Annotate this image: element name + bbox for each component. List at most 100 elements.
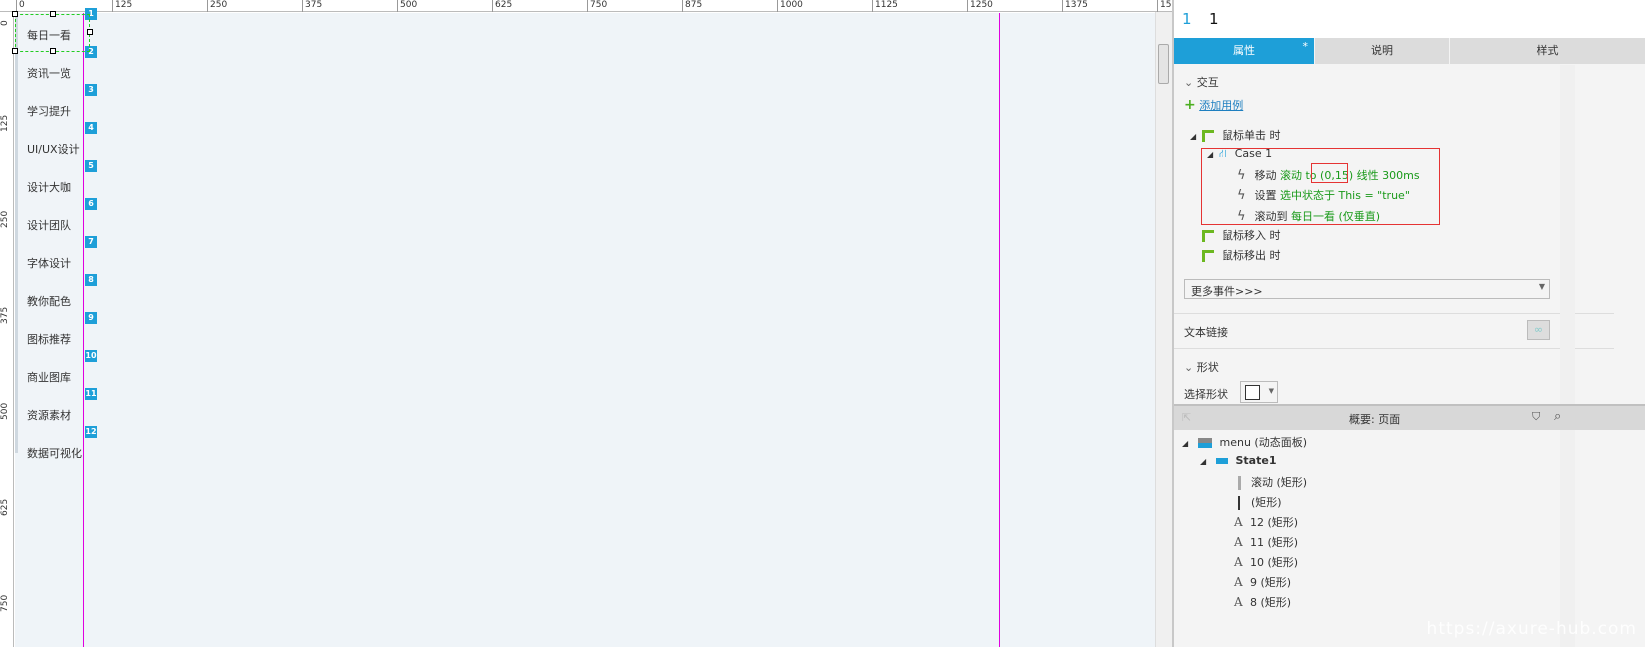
chevron-down-icon[interactable]: ⌄ xyxy=(1184,76,1193,89)
outline-item[interactable]: ◢ menu (动态面板) xyxy=(1182,434,1307,450)
outline-item-label: 12 (矩形) xyxy=(1250,516,1299,529)
outline-item-label: 10 (矩形) xyxy=(1250,556,1299,569)
footnote-badge[interactable]: 4 xyxy=(85,122,97,134)
ruler-tick-label: 1125 xyxy=(872,0,898,12)
event-pointer-icon xyxy=(1202,230,1214,242)
outline-item[interactable]: A 9 (矩形) xyxy=(1234,574,1291,590)
resize-handle[interactable] xyxy=(87,29,93,35)
outline-item[interactable]: ◢ State1 xyxy=(1200,454,1276,467)
resize-handle[interactable] xyxy=(12,11,18,17)
outline-item[interactable]: A 8 (矩形) xyxy=(1234,594,1291,610)
footnote-badge[interactable]: 5 xyxy=(85,160,97,172)
vertical-ruler: 0 125 250 375 500 625 750 xyxy=(0,12,14,647)
search-icon[interactable]: ⌕ xyxy=(1554,409,1561,424)
event-mouse-leave[interactable]: 鼠标移出 时 xyxy=(1202,247,1281,263)
collapse-triangle-icon: ◢ xyxy=(1190,132,1197,141)
outline-title: 概要: 页面 xyxy=(1349,413,1401,426)
outline-scrollbar[interactable] xyxy=(1560,430,1575,647)
resize-handle[interactable] xyxy=(50,11,56,17)
ruler-tick-label: 500 xyxy=(397,0,417,12)
plus-icon: + xyxy=(1184,97,1196,113)
link-icon[interactable]: ∞ xyxy=(1527,320,1550,340)
lightning-icon: ϟ xyxy=(1237,188,1246,203)
menu-item[interactable]: 商业图库 xyxy=(27,369,71,385)
outline-item[interactable]: A 10 (矩形) xyxy=(1234,554,1298,570)
footnote-badge[interactable]: 11 xyxy=(85,388,97,400)
menu-item[interactable]: 数据可视化 xyxy=(27,445,82,461)
footnote-badge[interactable]: 9 xyxy=(85,312,97,324)
menu-item[interactable]: 设计团队 xyxy=(27,217,71,233)
resize-handle[interactable] xyxy=(12,48,18,54)
ruler-tick-label: 750 xyxy=(0,594,10,612)
ruler-tick-label: 1000 xyxy=(777,0,803,12)
ruler-tick-label: 500 xyxy=(0,402,10,420)
ruler-tick-label: 125 xyxy=(112,0,132,12)
outline-item-label: 8 (矩形) xyxy=(1250,596,1292,609)
selection-box[interactable] xyxy=(12,11,93,54)
filter-icon[interactable]: ⛉ xyxy=(1532,410,1540,424)
lightning-icon: ϟ xyxy=(1237,209,1246,224)
design-canvas[interactable] xyxy=(15,13,1155,647)
text-icon: A xyxy=(1234,575,1243,589)
tab-properties[interactable]: 属性 * xyxy=(1174,38,1314,64)
ruler-tick-label: 0 xyxy=(0,20,10,26)
shape-picker[interactable]: ▼ xyxy=(1240,381,1278,403)
collapse-arrow-icon[interactable]: ⇱ xyxy=(1182,411,1191,424)
menu-item[interactable]: 资讯一览 xyxy=(27,65,71,81)
text-icon: A xyxy=(1234,595,1243,609)
canvas-scrollbar[interactable] xyxy=(1155,12,1172,647)
rect-line-icon xyxy=(1238,496,1240,510)
menu-item[interactable]: 设计大咖 xyxy=(27,179,71,195)
properties-scrollbar[interactable] xyxy=(1560,65,1575,404)
menu-item[interactable]: 资源素材 xyxy=(27,407,71,423)
scroll-strip xyxy=(15,13,18,453)
ruler-tick-label: 625 xyxy=(492,0,512,12)
resize-handle[interactable] xyxy=(50,48,56,54)
case-icon: ⛙ xyxy=(1219,147,1227,160)
text-icon: A xyxy=(1234,515,1243,529)
ruler-tick-label: 375 xyxy=(302,0,322,12)
menu-item[interactable]: UI/UX设计 xyxy=(27,141,80,157)
tab-style[interactable]: 样式 xyxy=(1450,38,1645,64)
footnote-badge[interactable]: 3 xyxy=(85,84,97,96)
action-item[interactable]: ϟ 滚动到 每日一看 (仅垂直) xyxy=(1237,208,1380,224)
ruler-tick-label: 1375 xyxy=(1062,0,1088,12)
collapse-triangle-icon[interactable]: ◢ xyxy=(1200,457,1212,466)
add-case-link[interactable]: 添加用例 xyxy=(1199,99,1243,112)
case-item[interactable]: ◢ ⛙ Case 1 xyxy=(1207,147,1272,162)
event-click[interactable]: ◢ 鼠标单击 时 xyxy=(1190,127,1281,143)
guide-line[interactable] xyxy=(83,13,84,647)
footnote-badge[interactable]: 10 xyxy=(85,350,97,362)
text-icon: A xyxy=(1234,535,1243,549)
outline-item-label: 11 (矩形) xyxy=(1250,536,1299,549)
state-icon xyxy=(1215,458,1228,464)
outline-item-label: 滚动 (矩形) xyxy=(1251,476,1308,489)
text-icon: A xyxy=(1234,555,1243,569)
outline-item[interactable]: (矩形) xyxy=(1234,494,1282,510)
more-events-dropdown[interactable]: 更多事件>>> ▼ xyxy=(1184,279,1550,299)
menu-item[interactable]: 学习提升 xyxy=(27,103,71,119)
tab-notes[interactable]: 说明 xyxy=(1315,38,1449,64)
menu-item[interactable]: 图标推荐 xyxy=(27,331,71,347)
guide-line[interactable] xyxy=(999,13,1000,647)
outline-header: ⇱ 概要: 页面 ⛉ ⌕ xyxy=(1174,404,1645,430)
footnote-badge[interactable]: 7 xyxy=(85,236,97,248)
footnote-badge[interactable]: 6 xyxy=(85,198,97,210)
outline-item[interactable]: A 11 (矩形) xyxy=(1234,534,1298,550)
outline-item[interactable]: A 12 (矩形) xyxy=(1234,514,1298,530)
collapse-triangle-icon: ◢ xyxy=(1207,150,1214,159)
footnote-badge[interactable]: 12 xyxy=(85,426,97,438)
outline-item[interactable]: 滚动 (矩形) xyxy=(1234,474,1307,490)
widget-name-field[interactable]: 1 xyxy=(1209,10,1219,28)
footnote-badge[interactable]: 8 xyxy=(85,274,97,286)
horizontal-ruler: 0 125 250 375 500 625 750 875 1000 1125 1250 1375 15 xyxy=(0,0,1172,12)
menu-item[interactable]: 字体设计 xyxy=(27,255,71,271)
chevron-down-icon[interactable]: ⌄ xyxy=(1184,361,1193,374)
dynamic-panel-icon xyxy=(1197,438,1212,448)
menu-dynamic-panel[interactable]: 每日一看 资讯一览 学习提升 UI/UX设计 设计大咖 设计团队 字体设计 教你配色 图标推荐商… xyxy=(15,13,83,460)
highlight-box xyxy=(1311,163,1348,183)
menu-item[interactable]: 教你配色 xyxy=(27,293,71,309)
collapse-triangle-icon[interactable]: ◢ xyxy=(1182,439,1194,448)
event-mouse-enter[interactable]: 鼠标移入 时 xyxy=(1202,227,1281,243)
action-item[interactable]: ϟ 设置 选中状态于 This = "true" xyxy=(1237,187,1410,203)
